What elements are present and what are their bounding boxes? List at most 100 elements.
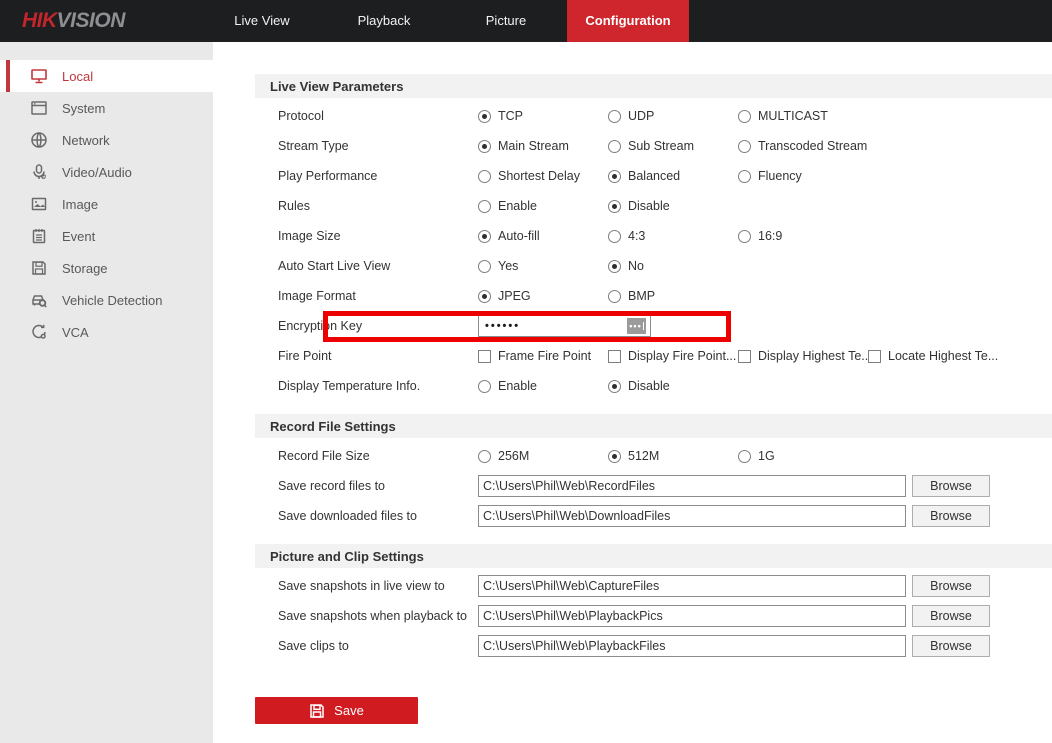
- vca-icon: [30, 323, 48, 341]
- sidebar-item-network[interactable]: Network: [0, 124, 213, 156]
- sidebar-item-event[interactable]: Event: [0, 220, 213, 252]
- browse-button[interactable]: Browse: [912, 575, 990, 597]
- sidebar-item-video-audio[interactable]: Video/Audio: [0, 156, 213, 188]
- radio-icon[interactable]: [608, 140, 621, 153]
- snapshots-live-view-path-input[interactable]: [478, 575, 906, 597]
- sidebar-item-vca[interactable]: VCA: [0, 316, 213, 348]
- radio-icon[interactable]: [608, 230, 621, 243]
- radio-option-tcp[interactable]: TCP: [478, 109, 608, 123]
- ellipsis-icon[interactable]: •••: [627, 318, 646, 334]
- settings-row-auto-start-live-view: Auto Start Live View Yes No: [278, 251, 1052, 281]
- radio-label: 256M: [498, 449, 529, 463]
- radio-icon[interactable]: [608, 290, 621, 303]
- radio-icon[interactable]: [738, 140, 751, 153]
- radio-option-auto-fill[interactable]: Auto-fill: [478, 229, 608, 243]
- radio-icon[interactable]: [608, 170, 621, 183]
- radio-option-balanced[interactable]: Balanced: [608, 169, 738, 183]
- radio-option-yes[interactable]: Yes: [478, 259, 608, 273]
- snapshots-playback-path-input[interactable]: [478, 605, 906, 627]
- sidebar-item-system[interactable]: System: [0, 92, 213, 124]
- radio-option-transcoded-stream[interactable]: Transcoded Stream: [738, 139, 868, 153]
- sidebar-item-label: VCA: [62, 325, 89, 340]
- radio-icon[interactable]: [738, 110, 751, 123]
- checkbox-icon[interactable]: [608, 350, 621, 363]
- radio-icon[interactable]: [478, 380, 491, 393]
- radio-option-no[interactable]: No: [608, 259, 738, 273]
- radio-option-enable[interactable]: Enable: [478, 199, 608, 213]
- radio-option-disable[interactable]: Disable: [608, 199, 738, 213]
- radio-option-256m[interactable]: 256M: [478, 449, 608, 463]
- radio-icon[interactable]: [608, 260, 621, 273]
- radio-icon[interactable]: [738, 170, 751, 183]
- radio-icon[interactable]: [608, 200, 621, 213]
- radio-icon[interactable]: [608, 380, 621, 393]
- clips-path-input[interactable]: [478, 635, 906, 657]
- radio-label: 4:3: [628, 229, 645, 243]
- sidebar-item-image[interactable]: Image: [0, 188, 213, 220]
- radio-option-disable[interactable]: Disable: [608, 379, 738, 393]
- radio-option-udp[interactable]: UDP: [608, 109, 738, 123]
- tab-live-view[interactable]: Live View: [201, 0, 323, 42]
- checkbox-icon[interactable]: [478, 350, 491, 363]
- radio-icon[interactable]: [738, 450, 751, 463]
- radio-option-4-3[interactable]: 4:3: [608, 229, 738, 243]
- image-icon: [30, 195, 48, 213]
- checkbox-icon[interactable]: [738, 350, 751, 363]
- checkbox-option-display-fire-point[interactable]: Display Fire Point...: [608, 349, 738, 363]
- sidebar-item-vehicle-detection[interactable]: Vehicle Detection: [0, 284, 213, 316]
- sidebar-item-storage[interactable]: Storage: [0, 252, 213, 284]
- browse-button[interactable]: Browse: [912, 635, 990, 657]
- sidebar-item-label: Image: [62, 197, 98, 212]
- radio-icon[interactable]: [478, 290, 491, 303]
- settings-row-protocol: Protocol TCP UDP MULTICAST: [278, 101, 1052, 131]
- section-title-record-file-settings: Record File Settings: [255, 414, 1052, 438]
- radio-icon[interactable]: [478, 260, 491, 273]
- checkbox-icon[interactable]: [868, 350, 881, 363]
- radio-icon[interactable]: [478, 450, 491, 463]
- downloaded-files-path-input[interactable]: [478, 505, 906, 527]
- browse-button[interactable]: Browse: [912, 475, 990, 497]
- radio-option-1g[interactable]: 1G: [738, 449, 868, 463]
- radio-option-jpeg[interactable]: JPEG: [478, 289, 608, 303]
- save-button[interactable]: Save: [255, 697, 418, 724]
- checkbox-option-locate-highest-temp[interactable]: Locate Highest Te...: [868, 349, 998, 363]
- radio-icon[interactable]: [478, 140, 491, 153]
- radio-option-main-stream[interactable]: Main Stream: [478, 139, 608, 153]
- save-row: Save: [255, 697, 1052, 724]
- radio-icon[interactable]: [608, 110, 621, 123]
- radio-label: Enable: [498, 199, 537, 213]
- radio-option-16-9[interactable]: 16:9: [738, 229, 868, 243]
- tab-picture[interactable]: Picture: [445, 0, 567, 42]
- radio-option-enable[interactable]: Enable: [478, 379, 608, 393]
- tab-configuration[interactable]: Configuration: [567, 0, 689, 42]
- checkbox-option-frame-fire-point[interactable]: Frame Fire Point: [478, 349, 608, 363]
- radio-option-512m[interactable]: 512M: [608, 449, 738, 463]
- radio-option-multicast[interactable]: MULTICAST: [738, 109, 868, 123]
- browse-button[interactable]: Browse: [912, 505, 990, 527]
- record-files-path-input[interactable]: [478, 475, 906, 497]
- radio-label: Disable: [628, 379, 670, 393]
- browse-button[interactable]: Browse: [912, 605, 990, 627]
- window-icon: [30, 99, 48, 117]
- sidebar-item-label: Video/Audio: [62, 165, 132, 180]
- radio-label: No: [628, 259, 644, 273]
- radio-label: Balanced: [628, 169, 680, 183]
- settings-row-image-format: Image Format JPEG BMP: [278, 281, 1052, 311]
- encryption-key-input[interactable]: •••••• •••: [478, 315, 651, 337]
- radio-option-shortest-delay[interactable]: Shortest Delay: [478, 169, 608, 183]
- checkbox-option-display-highest-temp[interactable]: Display Highest Te...: [738, 349, 868, 363]
- radio-icon[interactable]: [608, 450, 621, 463]
- checkbox-label: Display Highest Te...: [758, 349, 872, 363]
- radio-option-bmp[interactable]: BMP: [608, 289, 738, 303]
- radio-option-fluency[interactable]: Fluency: [738, 169, 868, 183]
- radio-option-sub-stream[interactable]: Sub Stream: [608, 139, 738, 153]
- settings-row-save-snapshots-playback: Save snapshots when playback to Browse: [278, 601, 1052, 631]
- radio-icon[interactable]: [478, 170, 491, 183]
- sidebar-item-local[interactable]: Local: [0, 60, 213, 92]
- radio-icon[interactable]: [478, 230, 491, 243]
- tab-playback[interactable]: Playback: [323, 0, 445, 42]
- radio-icon[interactable]: [478, 200, 491, 213]
- field-label: Save downloaded files to: [278, 509, 478, 523]
- radio-icon[interactable]: [478, 110, 491, 123]
- radio-icon[interactable]: [738, 230, 751, 243]
